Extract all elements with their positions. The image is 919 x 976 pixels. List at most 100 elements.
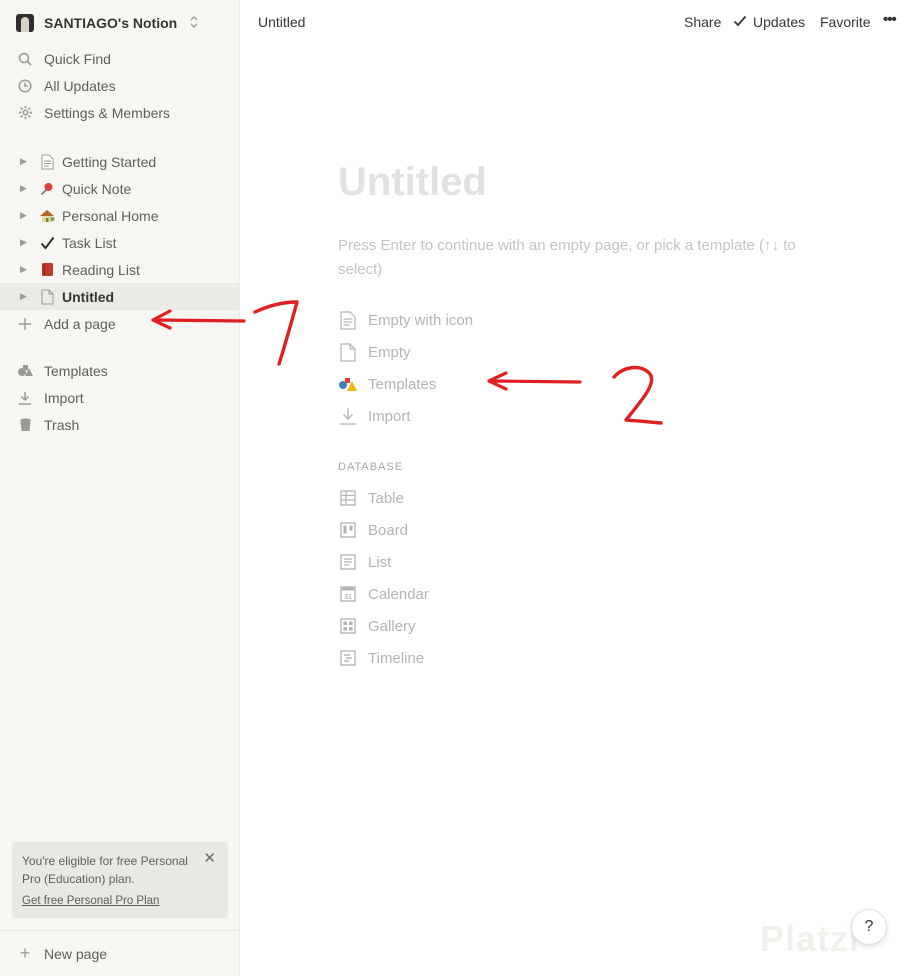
- share-label: Share: [684, 14, 722, 30]
- blank-page-icon: [338, 342, 358, 362]
- expand-toggle-icon[interactable]: ▶: [20, 291, 30, 302]
- option-timeline[interactable]: Timeline: [338, 644, 424, 672]
- option-empty[interactable]: Empty: [338, 338, 411, 366]
- checkmark-icon: [733, 14, 747, 30]
- sidebar-item-label: All Updates: [44, 77, 116, 94]
- book-icon: [38, 261, 56, 279]
- sidebar-item-trash[interactable]: Trash: [0, 411, 240, 438]
- sidebar-item-import[interactable]: Import: [0, 384, 240, 411]
- document-lines-icon: [338, 310, 358, 330]
- option-import[interactable]: Import: [338, 402, 411, 430]
- option-label: Gallery: [368, 617, 416, 635]
- option-label: List: [368, 553, 392, 571]
- sidebar-item-label: Untitled: [62, 288, 115, 305]
- updates-label: Updates: [753, 14, 806, 30]
- sidebar-page-reading-list[interactable]: ▶ Reading List: [0, 256, 240, 283]
- promo-text: You're eligible for free Personal Pro (E…: [22, 854, 188, 886]
- option-calendar[interactable]: 31 Calendar: [338, 580, 429, 608]
- workspace-name: SANTIAGO's Notion: [44, 15, 178, 31]
- search-icon: [16, 50, 34, 68]
- option-templates[interactable]: Templates: [338, 370, 436, 398]
- option-label: Import: [368, 407, 411, 425]
- option-empty-with-icon[interactable]: Empty with icon: [338, 306, 473, 334]
- sidebar-item-label: Getting Started: [62, 153, 157, 170]
- more-options-icon[interactable]: •••: [883, 11, 897, 28]
- option-table[interactable]: Table: [338, 484, 404, 512]
- templates-shapes-icon: [338, 374, 358, 394]
- checkmark-icon: [38, 234, 56, 252]
- sidebar-item-all-updates[interactable]: All Updates: [0, 72, 240, 99]
- option-label: Templates: [368, 375, 437, 393]
- sidebar-item-label: Quick Note: [62, 180, 132, 197]
- sidebar-page-task-list[interactable]: ▶ Task List: [0, 229, 240, 256]
- sidebar-item-label: Reading List: [62, 261, 140, 278]
- upgrade-promo-card: ✕ You're eligible for free Personal Pro …: [12, 842, 228, 918]
- table-icon: [338, 488, 358, 508]
- sidebar-page-quick-note[interactable]: ▶ Quick Note: [0, 175, 240, 202]
- trash-icon: [16, 416, 34, 434]
- calendar-icon: 31: [338, 584, 358, 604]
- add-page-button[interactable]: Add a page: [0, 310, 240, 337]
- sidebar-item-label: Trash: [44, 416, 80, 433]
- breadcrumb[interactable]: Untitled: [258, 14, 305, 30]
- sidebar-page-personal-home[interactable]: ▶ Personal Home: [0, 202, 240, 229]
- annotation-number-2: [612, 365, 663, 425]
- option-label: Empty: [368, 343, 411, 361]
- sidebar-item-templates[interactable]: Templates: [0, 357, 240, 384]
- sidebar-item-label: Task List: [62, 234, 117, 251]
- database-section-header: DATABASE: [338, 461, 404, 473]
- expand-toggle-icon[interactable]: ▶: [20, 210, 30, 221]
- template-hint-text: Press Enter to continue with an empty pa…: [338, 237, 796, 278]
- clock-icon: [16, 77, 34, 95]
- close-icon[interactable]: ✕: [203, 850, 216, 868]
- option-label: Table: [368, 489, 404, 507]
- sidebar-item-label: Import: [44, 389, 84, 406]
- timeline-icon: [338, 648, 358, 668]
- workspace-switcher[interactable]: SANTIAGO's Notion: [16, 12, 199, 34]
- help-button[interactable]: ?: [851, 909, 887, 945]
- sidebar-item-label: Quick Find: [44, 50, 111, 67]
- sidebar-item-label: Settings & Members: [44, 104, 171, 121]
- plus-icon: +: [19, 943, 31, 963]
- updates-button[interactable]: Updates: [733, 14, 805, 30]
- sidebar-item-label: Personal Home: [62, 207, 159, 224]
- annotation-number-1: [253, 300, 299, 366]
- workspace-avatar: [16, 14, 34, 32]
- plus-icon: [16, 315, 34, 333]
- download-icon: [16, 389, 34, 407]
- new-page-button[interactable]: + New page: [0, 930, 240, 976]
- annotation-arrow-2: [487, 371, 582, 391]
- import-icon: [338, 406, 358, 426]
- new-page-label: New page: [44, 945, 108, 962]
- expand-toggle-icon[interactable]: ▶: [20, 237, 30, 248]
- sidebar-item-label: Templates: [44, 362, 108, 379]
- option-board[interactable]: Board: [338, 516, 408, 544]
- share-button[interactable]: Share: [684, 14, 721, 30]
- page-title-placeholder[interactable]: Untitled: [338, 160, 487, 205]
- chevron-updown-icon: [189, 15, 199, 32]
- sidebar-page-untitled[interactable]: ▶ Untitled: [0, 283, 240, 310]
- sidebar-item-quick-find[interactable]: Quick Find: [0, 45, 240, 72]
- option-label: Board: [368, 521, 409, 539]
- sidebar-page-getting-started[interactable]: ▶ Getting Started: [0, 148, 240, 175]
- favorite-button[interactable]: Favorite: [820, 14, 871, 30]
- gallery-icon: [338, 616, 358, 636]
- sidebar-item-settings[interactable]: Settings & Members: [0, 99, 240, 126]
- expand-toggle-icon[interactable]: ▶: [20, 264, 30, 275]
- pushpin-icon: [38, 180, 56, 198]
- expand-toggle-icon[interactable]: ▶: [20, 156, 30, 167]
- page-icon: [38, 288, 56, 306]
- document-icon: [38, 153, 56, 171]
- sidebar: SANTIAGO's Notion Quick Find All Updates…: [0, 0, 240, 976]
- expand-toggle-icon[interactable]: ▶: [20, 183, 30, 194]
- house-icon: [38, 207, 56, 225]
- option-label: Timeline: [368, 649, 425, 667]
- promo-link[interactable]: Get free Personal Pro Plan: [22, 892, 218, 910]
- svg-text:31: 31: [344, 594, 352, 601]
- option-gallery[interactable]: Gallery: [338, 612, 416, 640]
- option-label: Empty with icon: [368, 311, 474, 329]
- option-list[interactable]: List: [338, 548, 391, 576]
- board-icon: [338, 520, 358, 540]
- gear-icon: [16, 104, 34, 122]
- option-label: Calendar: [368, 585, 429, 603]
